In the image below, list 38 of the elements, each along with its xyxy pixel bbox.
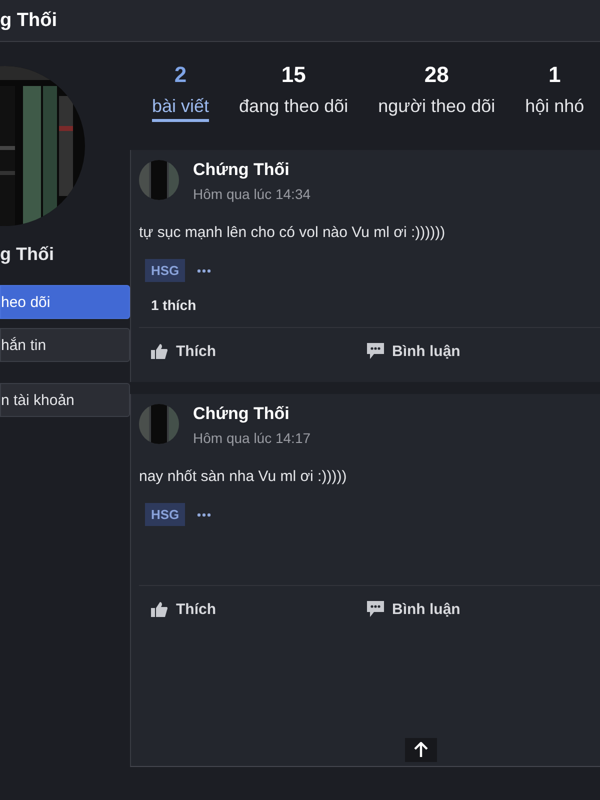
stat-count: 15 <box>281 62 306 88</box>
action-button[interactable]: Thích <box>176 600 216 618</box>
thumbs-up-icon <box>151 602 168 616</box>
action-button[interactable]: Bình luận <box>392 600 460 618</box>
stock-tag[interactable]: HSG <box>145 259 186 282</box>
stat-label: hội nhó <box>525 96 584 118</box>
stat-tab[interactable]: 2 bài viết <box>152 62 210 122</box>
scroll-top-button[interactable] <box>405 738 437 762</box>
stat-label: đang theo dõi <box>239 96 348 118</box>
post-text: tự sục mạnh lên cho có vol nào Vu ml ơi :)))))) <box>139 224 446 241</box>
post-time: Hôm qua lúc 14:17 <box>193 430 311 446</box>
arrow-up-icon <box>414 742 428 758</box>
post-time: Hôm qua lúc 14:34 <box>193 186 311 202</box>
like-count: 1 thích <box>151 296 196 312</box>
thumbs-up-icon <box>151 344 168 358</box>
post-author[interactable]: Chứng Thối <box>193 404 311 424</box>
comment-icon <box>367 601 384 617</box>
stat-count: 28 <box>424 62 449 88</box>
stat-tab[interactable]: 1 hội nhó <box>525 62 584 122</box>
stat-tab[interactable]: 28 người theo dõi <box>378 62 496 122</box>
post-text: nay nhốt sàn nha Vu ml ơi :))))) <box>139 468 348 485</box>
action-button[interactable]: Bình luận <box>392 342 460 360</box>
stat-count: 2 <box>174 62 187 88</box>
stat-tab[interactable]: 15 đang theo dõi <box>239 62 348 122</box>
stock-tag[interactable]: HSG <box>145 503 186 526</box>
stat-count: 1 <box>548 62 561 88</box>
comment-icon <box>367 343 384 359</box>
profile-button[interactable]: heo dõi <box>0 285 130 319</box>
more-icon[interactable] <box>197 268 212 272</box>
stat-label: người theo dõi <box>378 96 496 118</box>
stat-label: bài viết <box>152 96 210 122</box>
page-title: g Thối <box>0 10 57 32</box>
profile-button[interactable]: hắn tin <box>0 328 130 362</box>
post-author[interactable]: Chứng Thối <box>193 160 311 180</box>
more-icon[interactable] <box>197 512 212 516</box>
profile-button[interactable]: n tài khoản <box>0 383 130 417</box>
action-button[interactable]: Thích <box>176 342 216 360</box>
profile-name: g Thối <box>0 244 55 265</box>
